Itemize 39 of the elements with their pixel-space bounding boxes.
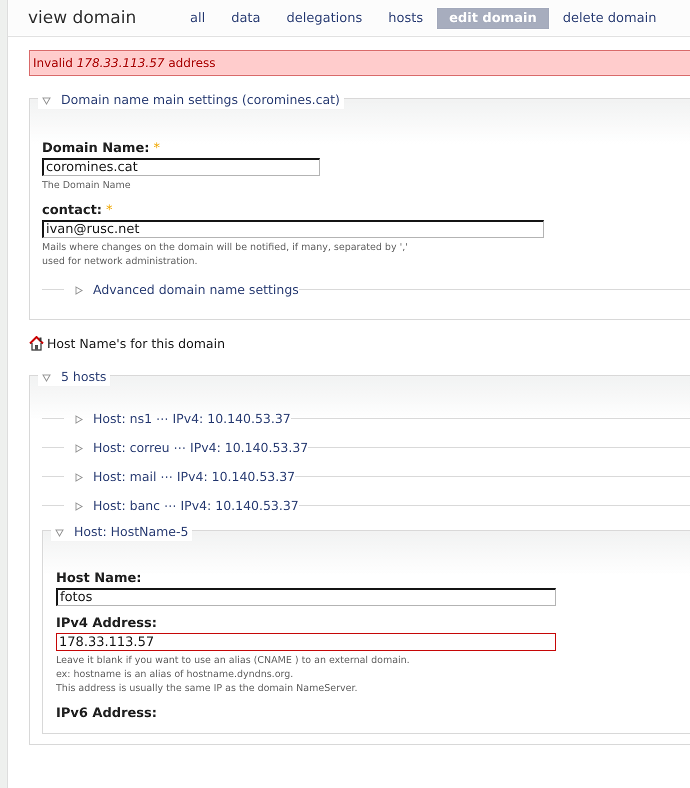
expanded-triangle-icon[interactable]: [55, 528, 64, 537]
collapsed-triangle-icon[interactable]: [74, 414, 83, 424]
help-text: The Domain Name: [42, 179, 132, 193]
section-toggle[interactable]: Host: correu ⋯ IPv4: 10.140.53.37: [93, 440, 308, 454]
field-label: IPv6 Address:: [56, 706, 158, 721]
field-label: Domain Name: *: [42, 141, 161, 156]
text-input[interactable]: ivan@rusc.net: [42, 220, 544, 238]
expanded-triangle-icon[interactable]: [42, 373, 51, 382]
help-text: This address is usually the same IP as the domain NameServer.: [56, 682, 358, 696]
field-label: IPv4 Address:: [56, 616, 158, 631]
collapsed-triangle-icon[interactable]: [74, 286, 83, 294]
help-text: ex: hostname is an alias of hostname.dyndns.org.: [56, 668, 294, 682]
page-title: view domain: [28, 8, 138, 28]
help-text: used for network administration.: [42, 255, 199, 269]
section-heading: Host Name's for this domain: [47, 336, 225, 351]
field-label: Host Name:: [56, 571, 143, 586]
section-toggle[interactable]: Host: mail ⋯ IPv4: 10.140.53.37: [93, 468, 296, 484]
expanded-triangle-icon[interactable]: [42, 96, 51, 105]
nav-tab[interactable]: delete domain: [550, 8, 668, 28]
nav-tab[interactable]: delegations: [274, 8, 374, 28]
nav-tab[interactable]: hosts: [376, 8, 436, 28]
help-text: Mails where changes on the domain will be notified, if many, separated by ',': [42, 241, 409, 255]
text-input[interactable]: coromines.cat: [42, 158, 320, 176]
required-asterisk: *: [106, 203, 112, 218]
help-text: Leave it blank if you want to use an alias (CNAME ) to an external domain.: [56, 654, 411, 668]
nav-tab[interactable]: all: [178, 8, 218, 28]
collapsed-triangle-icon[interactable]: [74, 472, 83, 482]
section-toggle[interactable]: Host: banc ⋯ IPv4: 10.140.53.37: [93, 498, 299, 512]
text-input[interactable]: 178.33.113.57: [56, 633, 556, 651]
section-toggle[interactable]: Host: ns1 ⋯ IPv4: 10.140.53.37: [93, 410, 291, 426]
required-asterisk: *: [154, 141, 160, 156]
home-icon: [29, 336, 44, 351]
field-label: contact: *: [42, 203, 114, 218]
collapsed-triangle-icon[interactable]: [74, 502, 83, 510]
collapsed-triangle-icon[interactable]: [74, 444, 83, 452]
error-message: Invalid 178.33.113.57 address: [29, 50, 690, 76]
section-toggle[interactable]: Advanced domain name settings: [93, 282, 299, 296]
nav-tab[interactable]: data: [219, 8, 272, 28]
text-input[interactable]: fotos: [56, 588, 556, 606]
